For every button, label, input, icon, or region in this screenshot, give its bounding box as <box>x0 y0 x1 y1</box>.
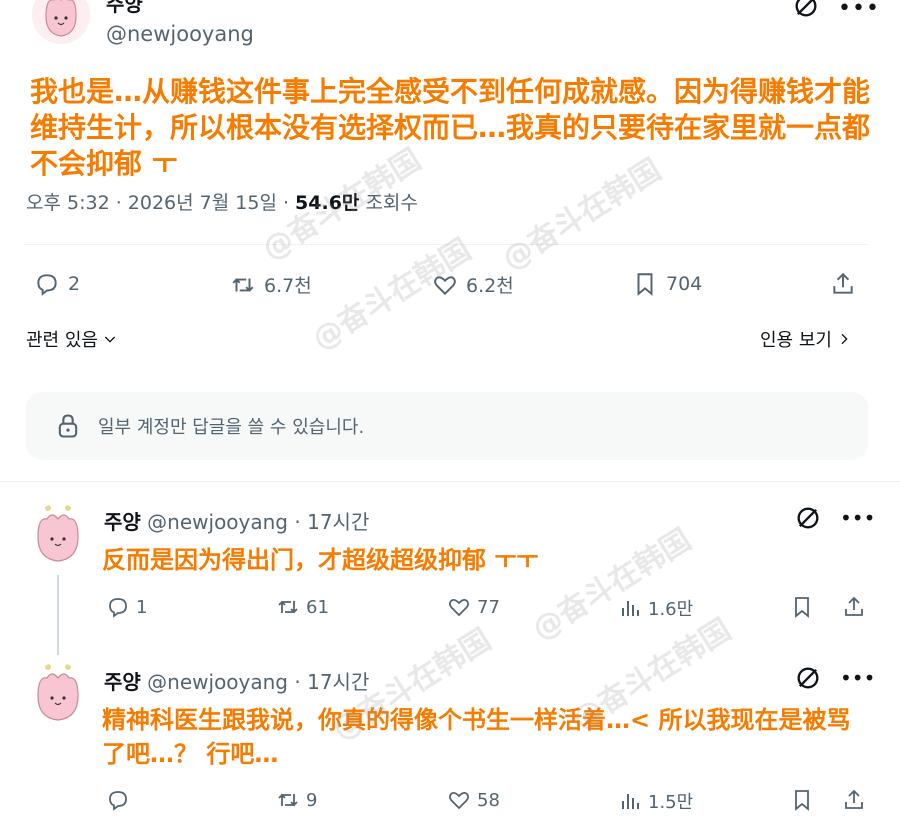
view-quotes-link[interactable]: 인용 보기 <box>760 326 852 352</box>
retweet-button[interactable]: 61 <box>276 595 329 619</box>
heart-icon <box>434 275 456 295</box>
bookmark-button[interactable]: 704 <box>632 271 702 297</box>
reply-count: 2 <box>68 273 81 295</box>
analytics-icon <box>622 601 639 616</box>
heart-icon <box>448 598 470 617</box>
related-label: 관련 있음 <box>26 330 98 351</box>
watermark: @奋斗在韩国 <box>526 522 698 648</box>
like-count: 77 <box>477 596 500 618</box>
views-button[interactable]: 1.6만 <box>618 595 693 621</box>
avatar-tulip-icon <box>37 505 79 562</box>
author-handle[interactable]: @newjooyang <box>106 22 254 46</box>
share-button[interactable] <box>842 595 866 619</box>
reply-button[interactable]: 2 <box>34 271 80 297</box>
retweet-icon <box>278 793 298 807</box>
bookmark-count: 704 <box>666 273 703 295</box>
share-icon <box>845 789 863 809</box>
retweet-count: 9 <box>306 789 318 811</box>
retweet-button[interactable]: 6.7천 <box>230 271 312 298</box>
retweet-count: 61 <box>306 596 329 618</box>
avatar-tulip-icon <box>32 0 90 44</box>
reply-author-name[interactable]: 주양 <box>104 510 141 534</box>
bookmark-icon <box>795 597 809 618</box>
more-options-icon[interactable]: ••• <box>840 666 875 690</box>
like-button[interactable]: 58 <box>447 788 500 812</box>
views-button[interactable]: 1.5만 <box>618 788 693 814</box>
grok-icon[interactable] <box>792 0 820 24</box>
bookmark-button[interactable] <box>790 788 814 812</box>
chevron-down-icon <box>104 336 116 343</box>
reply-handle[interactable]: @newjooyang <box>147 510 288 534</box>
section-divider <box>0 481 900 482</box>
chevron-right-icon <box>841 333 848 345</box>
analytics-icon <box>622 794 639 809</box>
bookmark-button[interactable] <box>790 595 814 619</box>
reply-icon <box>37 274 57 296</box>
like-button[interactable]: 6.2천 <box>432 271 514 298</box>
reply-icon <box>109 598 127 618</box>
heart-icon <box>448 791 470 810</box>
like-count: 58 <box>477 789 500 811</box>
avatar-tulip-icon <box>37 664 79 721</box>
more-options-icon[interactable]: ••• <box>840 506 875 530</box>
share-button[interactable] <box>842 788 866 812</box>
reply-icon <box>109 791 127 811</box>
reply-header: 주양 @newjooyang · 17시간 <box>104 506 369 535</box>
reply-header: 주양 @newjooyang · 17시간 <box>104 666 369 695</box>
author-name[interactable]: 주양 <box>106 0 143 17</box>
share-icon <box>845 596 863 616</box>
reply-author-name[interactable]: 주양 <box>104 670 141 694</box>
related-dropdown[interactable]: 관련 있음 <box>26 326 118 352</box>
reply-button[interactable]: 1 <box>106 595 147 619</box>
share-icon <box>833 272 853 294</box>
reply-restriction-notice: 일부 계정만 답글을 쓸 수 있습니다. <box>26 392 868 460</box>
views-count: 54.6만 <box>295 192 360 214</box>
views-label: 조회수 <box>365 192 418 214</box>
grok-icon[interactable] <box>794 664 822 696</box>
like-button[interactable]: 77 <box>447 595 500 619</box>
avatar[interactable] <box>32 0 90 44</box>
like-count: 6.2천 <box>466 275 514 297</box>
retweet-count: 6.7천 <box>264 275 312 297</box>
grok-icon[interactable] <box>794 504 822 536</box>
reply-time[interactable]: · 17시간 <box>294 670 369 694</box>
tweet-text: 我也是…从赚钱这件事上完全感受不到任何成就感。因为得赚钱才能维持生计，所以根本没… <box>30 75 871 180</box>
reply-count: 1 <box>136 596 148 618</box>
reply-text: 反而是因为得出门，才超级超级抑郁 ㅜㅜ <box>102 546 539 574</box>
avatar[interactable] <box>32 662 84 724</box>
quote-label: 인용 보기 <box>760 330 832 351</box>
timestamp[interactable]: 오후 5:32 · 2026년 7월 15일 · <box>26 192 295 214</box>
avatar[interactable] <box>32 503 84 565</box>
retweet-icon <box>278 600 298 614</box>
bookmark-icon <box>637 273 653 296</box>
reply-button[interactable] <box>106 788 136 812</box>
retweet-icon <box>232 277 254 292</box>
tweet-meta: 오후 5:32 · 2026년 7월 15일 · 54.6만 조회수 <box>26 188 418 215</box>
share-button[interactable] <box>830 271 856 297</box>
bookmark-icon <box>795 790 809 811</box>
thread-line <box>57 575 59 655</box>
views-count: 1.5만 <box>648 792 694 813</box>
divider <box>24 244 868 245</box>
views-count: 1.6만 <box>648 599 694 620</box>
retweet-button[interactable]: 9 <box>276 788 317 812</box>
reply-text: 精神科医生跟我说，你真的得像个书生一样活着…< 所以我现在是被骂了吧…？ 行吧… <box>102 706 851 768</box>
reply-time[interactable]: · 17시간 <box>294 510 369 534</box>
lock-icon <box>58 414 78 438</box>
more-options-icon[interactable]: ••• <box>838 0 880 21</box>
reply-handle[interactable]: @newjooyang <box>147 670 288 694</box>
restriction-text: 일부 계정만 답글을 쓸 수 있습니다. <box>98 417 365 438</box>
